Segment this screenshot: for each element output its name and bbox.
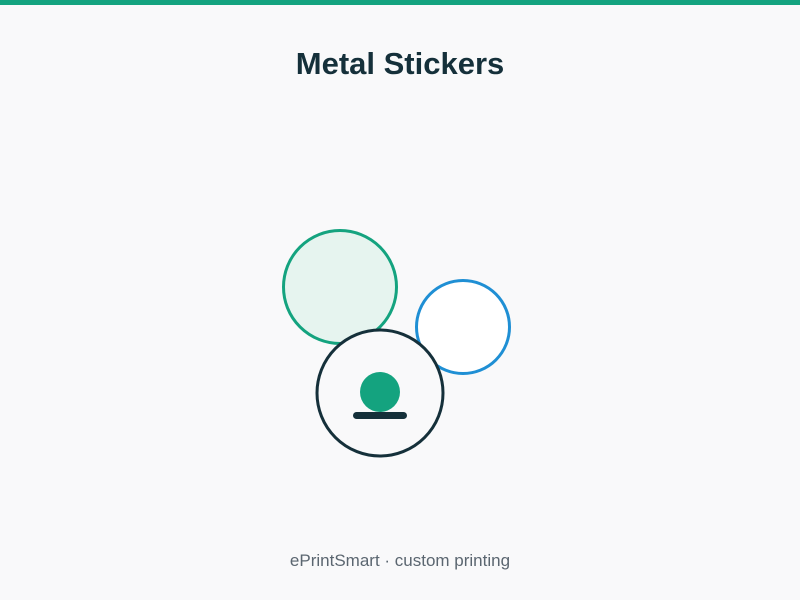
sticker-illustration bbox=[282, 229, 511, 458]
metal-sticker-badge-icon bbox=[315, 328, 445, 458]
footer-text: ePrintSmart · custom printing bbox=[289, 551, 511, 570]
badge-dot bbox=[360, 372, 400, 412]
green-sticker-circle-icon bbox=[282, 229, 398, 345]
badge-base-bar bbox=[353, 412, 407, 419]
